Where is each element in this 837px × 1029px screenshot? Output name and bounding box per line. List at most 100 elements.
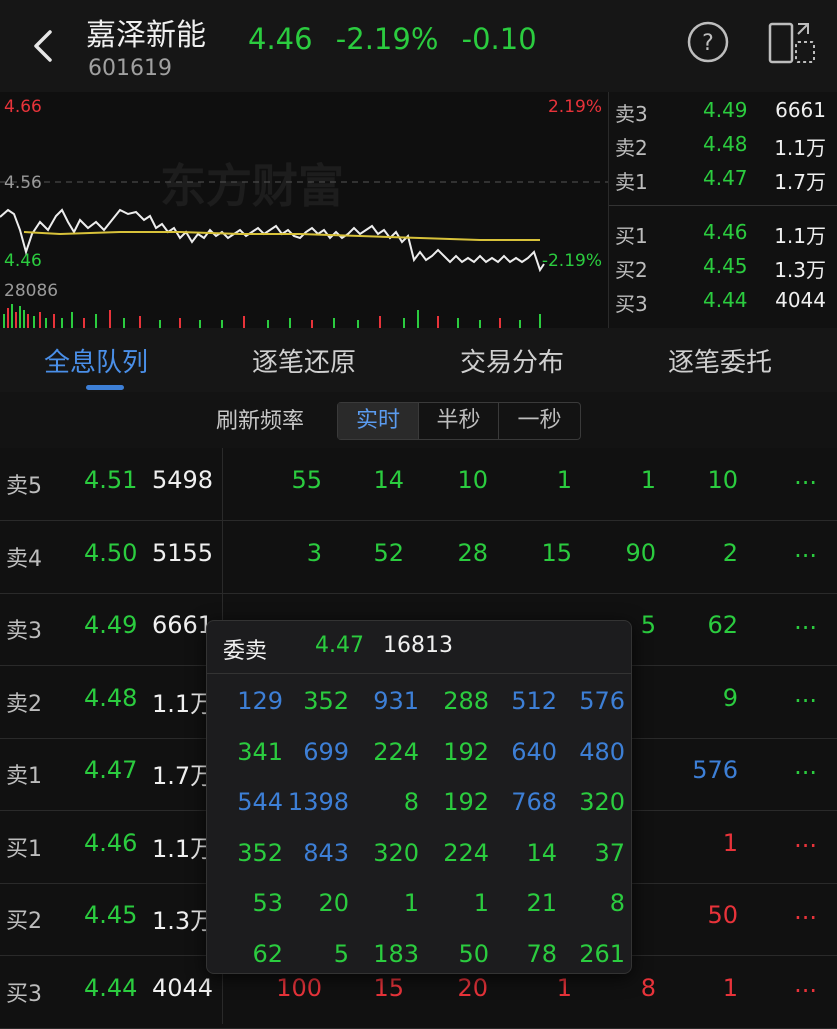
tab-tick-orders[interactable]: 逐笔委托 [668, 342, 772, 379]
queue-order-cell: 1 [722, 828, 738, 857]
stock-code: 601619 [88, 56, 172, 81]
queue-order-cell: 62 [707, 611, 738, 639]
refresh-half-second-button[interactable]: 半秒 [419, 403, 499, 439]
order-label: 卖1 [615, 170, 648, 194]
queue-volume: 1.3万 [152, 907, 215, 935]
popup-order-cell: 352 [237, 838, 283, 867]
queue-level-label: 买2 [6, 909, 42, 934]
queue-order-cell: 1 [640, 466, 656, 494]
order-price: 4.49 [703, 98, 748, 122]
popup-order-cell: 192 [443, 788, 489, 816]
stock-name: 嘉泽新能 [86, 18, 206, 53]
order-volume: 1.1万 [774, 224, 826, 248]
popup-order-cell: 8 [403, 788, 419, 816]
queue-order-cell: 10 [457, 466, 488, 494]
queue-more-button[interactable]: ... [794, 897, 817, 925]
average-price-line [23, 231, 540, 241]
popup-order-cell: 320 [579, 788, 625, 816]
order-volume: 1.1万 [774, 136, 826, 160]
popup-header: 委卖 4.47 16813 [207, 621, 631, 674]
popup-order-cell: 78 [526, 939, 557, 968]
queue-level-label: 卖2 [6, 691, 42, 717]
queue-row[interactable]: 卖5 4.51 5498 55 14 10 1 1 10... [0, 448, 837, 521]
queue-order-cell: 2 [722, 538, 738, 567]
popup-order-cell: 544 [237, 788, 283, 816]
intraday-chart[interactable]: 东方财富 4.66 2.19% 4.56 4.46 -2.19% 28086 [0, 92, 608, 328]
queue-price: 4.51 [84, 466, 138, 494]
queue-more-button[interactable]: ... [794, 970, 817, 998]
popup-order-cell: 50 [458, 939, 489, 968]
queue-more-button[interactable]: ... [794, 825, 817, 853]
queue-order-cell: 14 [373, 466, 404, 494]
refresh-realtime-button[interactable]: 实时 [338, 403, 419, 439]
order-book-row: 卖2 4.48 1.1万 [609, 128, 837, 162]
refresh-rate-selector: 实时 半秒 一秒 [337, 402, 581, 440]
queue-price: 4.47 [84, 756, 138, 784]
queue-volume: 1.1万 [152, 834, 215, 863]
popup-order-cell: 512 [511, 687, 557, 715]
queue-more-button[interactable]: ... [794, 752, 817, 780]
popup-order-cell: 224 [373, 737, 419, 766]
volume-max-label: 28086 [4, 281, 58, 301]
queue-row[interactable]: 卖4 4.50 5155 3 52 28 15 90 2... [0, 521, 837, 594]
queue-order-cell: 55 [291, 466, 322, 494]
queue-order-cell: 1 [556, 973, 572, 1002]
low-pct-label: -2.19% [542, 251, 602, 271]
mid-price-label: 4.56 [4, 173, 42, 193]
queue-order-cell: 15 [541, 538, 572, 567]
order-book-divider [609, 205, 837, 206]
order-volume: 6661 [775, 98, 826, 122]
order-price: 4.46 [703, 220, 748, 244]
popup-order-cell: 352 [303, 687, 349, 715]
back-arrow-icon[interactable] [28, 26, 58, 66]
landscape-switch-icon[interactable] [766, 18, 818, 68]
queue-order-cell: 1 [556, 466, 572, 494]
queue-level-label: 卖5 [6, 474, 42, 499]
header: 嘉泽新能 601619 4.46 -2.19% -0.10 ? [0, 0, 837, 92]
help-icon[interactable]: ? [686, 20, 730, 64]
queue-more-button[interactable]: ... [794, 535, 817, 563]
popup-order-cell: 261 [579, 939, 625, 968]
queue-more-button[interactable]: ... [794, 680, 817, 708]
queue-volume: 5498 [152, 466, 214, 494]
popup-order-cell: 5 [333, 939, 349, 968]
popup-order-cell: 640 [511, 737, 557, 766]
active-tab-indicator [86, 385, 124, 390]
order-book-row: 卖3 4.49 6661 [609, 94, 837, 128]
tab-tick-restore[interactable]: 逐笔还原 [252, 342, 356, 379]
queue-price: 4.50 [84, 538, 138, 567]
popup-order-cell: 1 [473, 889, 489, 917]
refresh-one-second-button[interactable]: 一秒 [499, 403, 580, 439]
tab-bar: 全息队列 逐笔还原 交易分布 逐笔委托 [0, 328, 837, 392]
order-queue-popup[interactable]: 委卖 4.47 16813 129 352 931 288 512 576 341 699 22… [206, 620, 632, 974]
popup-price: 4.47 [315, 633, 364, 658]
order-book-row: 买3 4.44 4044 [609, 284, 837, 318]
queue-more-button[interactable]: ... [794, 607, 817, 635]
tab-trade-distribution[interactable]: 交易分布 [460, 342, 564, 379]
order-volume: 4044 [775, 288, 826, 312]
order-book: 卖3 4.49 6661 卖2 4.48 1.1万 卖1 4.47 1.7万 买… [608, 92, 837, 328]
queue-order-cell: 90 [625, 538, 656, 567]
tab-full-queue[interactable]: 全息队列 [44, 342, 148, 379]
order-volume: 1.3万 [774, 258, 826, 282]
queue-more-button[interactable]: ... [794, 462, 817, 490]
low-price-label: 4.46 [4, 251, 42, 271]
queue-price: 4.44 [84, 973, 138, 1002]
queue-level-label: 卖1 [6, 764, 42, 789]
high-price-label: 4.66 [4, 97, 42, 117]
order-price: 4.47 [703, 166, 748, 190]
order-book-row: 买1 4.46 1.1万 [609, 216, 837, 250]
order-label: 卖3 [615, 102, 648, 126]
popup-order-cell: 183 [373, 939, 419, 968]
popup-order-cell: 224 [443, 838, 489, 867]
queue-order-cell: 15 [373, 973, 404, 1002]
popup-order-cell: 192 [443, 737, 489, 766]
queue-order-cell: 50 [707, 901, 738, 929]
queue-level-label: 卖4 [6, 546, 42, 572]
popup-order-cell: 931 [373, 687, 419, 715]
popup-volume: 16813 [383, 633, 453, 658]
chart-canvas: 东方财富 4.66 2.19% 4.56 4.46 -2.19% 28086 [0, 97, 608, 328]
queue-price: 4.49 [84, 611, 138, 639]
order-book-row: 买2 4.45 1.3万 [609, 250, 837, 284]
change-percent: -2.19% [335, 22, 439, 56]
